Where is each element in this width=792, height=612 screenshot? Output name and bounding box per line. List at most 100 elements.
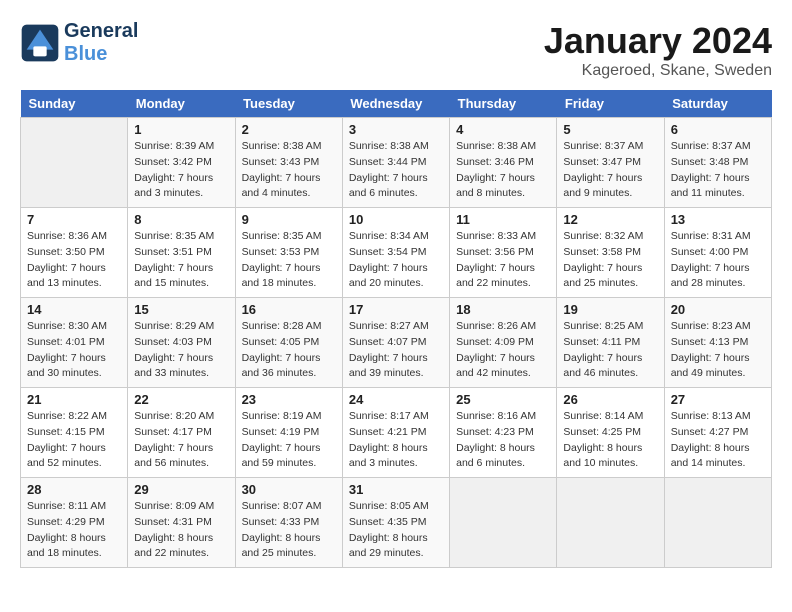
day-cell: 14 Sunrise: 8:30 AMSunset: 4:01 PMDayligh… [21, 298, 128, 388]
day-cell: 27Sunrise: 8:13 AMSunset: 4:27 PMDayligh… [664, 388, 771, 478]
day-number: 1 [134, 122, 228, 137]
location: Kageroed, Skane, Sweden [544, 62, 772, 80]
day-info: Sunrise: 8:32 AMSunset: 3:58 PMDaylight:… [563, 229, 657, 292]
day-cell: 9 Sunrise: 8:35 AMSunset: 3:53 PMDaylight… [235, 208, 342, 298]
day-info: Sunrise: 8:26 AMSunset: 4:09 PMDaylight:… [456, 319, 550, 382]
day-info: Sunrise: 8:38 AMSunset: 3:46 PMDaylight:… [456, 139, 550, 202]
col-header-saturday: Saturday [664, 90, 771, 118]
day-cell: 26 Sunrise: 8:14 AMSunset: 4:25 PMDayligh… [557, 388, 664, 478]
day-info: Sunrise: 8:35 AMSunset: 3:53 PMDaylight:… [242, 229, 336, 292]
day-number: 26 [563, 392, 657, 407]
day-number: 31 [349, 482, 443, 497]
day-cell: 23Sunrise: 8:19 AMSunset: 4:19 PMDayligh… [235, 388, 342, 478]
day-number: 17 [349, 302, 443, 317]
day-info: Sunrise: 8:34 AMSunset: 3:54 PMDaylight:… [349, 229, 443, 292]
day-cell: 4 Sunrise: 8:38 AMSunset: 3:46 PMDaylight… [450, 118, 557, 208]
day-number: 24 [349, 392, 443, 407]
col-header-monday: Monday [128, 90, 235, 118]
day-cell: 6 Sunrise: 8:37 AMSunset: 3:48 PMDaylight… [664, 118, 771, 208]
day-cell [664, 478, 771, 568]
day-cell: 21 Sunrise: 8:22 AMSunset: 4:15 PMDayligh… [21, 388, 128, 478]
logo-icon [20, 23, 60, 63]
day-cell: 10 Sunrise: 8:34 AMSunset: 3:54 PMDayligh… [342, 208, 449, 298]
week-row-5: 28Sunrise: 8:11 AMSunset: 4:29 PMDayligh… [21, 478, 772, 568]
day-info: Sunrise: 8:16 AMSunset: 4:23 PMDaylight:… [456, 409, 550, 472]
day-number: 5 [563, 122, 657, 137]
day-info: Sunrise: 8:14 AMSunset: 4:25 PMDaylight:… [563, 409, 657, 472]
day-info: Sunrise: 8:19 AMSunset: 4:19 PMDaylight:… [242, 409, 336, 472]
day-number: 13 [671, 212, 765, 227]
day-number: 22 [134, 392, 228, 407]
month-title: January 2024 [544, 20, 772, 62]
day-cell: 1Sunrise: 8:39 AMSunset: 3:42 PMDaylight… [128, 118, 235, 208]
day-number: 21 [27, 392, 121, 407]
day-cell [21, 118, 128, 208]
day-cell: 29Sunrise: 8:09 AMSunset: 4:31 PMDayligh… [128, 478, 235, 568]
day-info: Sunrise: 8:37 AMSunset: 3:48 PMDaylight:… [671, 139, 765, 202]
calendar-table: SundayMondayTuesdayWednesdayThursdayFrid… [20, 90, 772, 568]
day-number: 7 [27, 212, 121, 227]
day-number: 14 [27, 302, 121, 317]
calendar-header-row: SundayMondayTuesdayWednesdayThursdayFrid… [21, 90, 772, 118]
day-info: Sunrise: 8:23 AMSunset: 4:13 PMDaylight:… [671, 319, 765, 382]
logo-text: General Blue [64, 20, 138, 66]
col-header-friday: Friday [557, 90, 664, 118]
day-number: 25 [456, 392, 550, 407]
logo: General Blue [20, 20, 138, 66]
day-number: 16 [242, 302, 336, 317]
day-cell: 22 Sunrise: 8:20 AMSunset: 4:17 PMDayligh… [128, 388, 235, 478]
day-number: 2 [242, 122, 336, 137]
day-cell: 25 Sunrise: 8:16 AMSunset: 4:23 PMDayligh… [450, 388, 557, 478]
day-cell: 24 Sunrise: 8:17 AMSunset: 4:21 PMDayligh… [342, 388, 449, 478]
day-info: Sunrise: 8:07 AMSunset: 4:33 PMDaylight:… [242, 499, 336, 562]
day-number: 19 [563, 302, 657, 317]
day-cell: 5 Sunrise: 8:37 AMSunset: 3:47 PMDaylight… [557, 118, 664, 208]
week-row-4: 21 Sunrise: 8:22 AMSunset: 4:15 PMDayligh… [21, 388, 772, 478]
day-info: Sunrise: 8:35 AMSunset: 3:51 PMDaylight:… [134, 229, 228, 292]
day-cell: 3 Sunrise: 8:38 AMSunset: 3:44 PMDaylight… [342, 118, 449, 208]
day-cell: 13 Sunrise: 8:31 AMSunset: 4:00 PMDayligh… [664, 208, 771, 298]
day-number: 4 [456, 122, 550, 137]
col-header-tuesday: Tuesday [235, 90, 342, 118]
title-block: January 2024 Kageroed, Skane, Sweden [544, 20, 772, 80]
day-cell: 16Sunrise: 8:28 AMSunset: 4:05 PMDayligh… [235, 298, 342, 388]
day-number: 12 [563, 212, 657, 227]
day-number: 6 [671, 122, 765, 137]
day-cell: 20 Sunrise: 8:23 AMSunset: 4:13 PMDayligh… [664, 298, 771, 388]
day-cell: 11Sunrise: 8:33 AMSunset: 3:56 PMDayligh… [450, 208, 557, 298]
day-info: Sunrise: 8:25 AMSunset: 4:11 PMDaylight:… [563, 319, 657, 382]
day-number: 29 [134, 482, 228, 497]
page-header: General Blue January 2024 Kageroed, Skan… [20, 20, 772, 80]
col-header-thursday: Thursday [450, 90, 557, 118]
day-number: 9 [242, 212, 336, 227]
day-number: 18 [456, 302, 550, 317]
day-cell [557, 478, 664, 568]
day-cell: 15Sunrise: 8:29 AMSunset: 4:03 PMDayligh… [128, 298, 235, 388]
week-row-1: 1Sunrise: 8:39 AMSunset: 3:42 PMDaylight… [21, 118, 772, 208]
day-info: Sunrise: 8:38 AMSunset: 3:44 PMDaylight:… [349, 139, 443, 202]
day-cell: 28Sunrise: 8:11 AMSunset: 4:29 PMDayligh… [21, 478, 128, 568]
day-cell [450, 478, 557, 568]
day-cell: 30Sunrise: 8:07 AMSunset: 4:33 PMDayligh… [235, 478, 342, 568]
day-number: 11 [456, 212, 550, 227]
day-cell: 18 Sunrise: 8:26 AMSunset: 4:09 PMDayligh… [450, 298, 557, 388]
day-number: 8 [134, 212, 228, 227]
day-number: 10 [349, 212, 443, 227]
day-info: Sunrise: 8:37 AMSunset: 3:47 PMDaylight:… [563, 139, 657, 202]
day-info: Sunrise: 8:31 AMSunset: 4:00 PMDaylight:… [671, 229, 765, 292]
day-cell: 8 Sunrise: 8:35 AMSunset: 3:51 PMDaylight… [128, 208, 235, 298]
day-number: 28 [27, 482, 121, 497]
col-header-wednesday: Wednesday [342, 90, 449, 118]
day-number: 15 [134, 302, 228, 317]
day-number: 20 [671, 302, 765, 317]
day-cell: 19 Sunrise: 8:25 AMSunset: 4:11 PMDayligh… [557, 298, 664, 388]
day-info: Sunrise: 8:27 AMSunset: 4:07 PMDaylight:… [349, 319, 443, 382]
day-info: Sunrise: 8:30 AMSunset: 4:01 PMDaylight:… [27, 319, 121, 382]
day-number: 3 [349, 122, 443, 137]
day-info: Sunrise: 8:20 AMSunset: 4:17 PMDaylight:… [134, 409, 228, 472]
day-info: Sunrise: 8:22 AMSunset: 4:15 PMDaylight:… [27, 409, 121, 472]
week-row-3: 14 Sunrise: 8:30 AMSunset: 4:01 PMDayligh… [21, 298, 772, 388]
day-info: Sunrise: 8:17 AMSunset: 4:21 PMDaylight:… [349, 409, 443, 472]
day-info: Sunrise: 8:05 AMSunset: 4:35 PMDaylight:… [349, 499, 443, 562]
day-info: Sunrise: 8:13 AMSunset: 4:27 PMDaylight:… [671, 409, 765, 472]
